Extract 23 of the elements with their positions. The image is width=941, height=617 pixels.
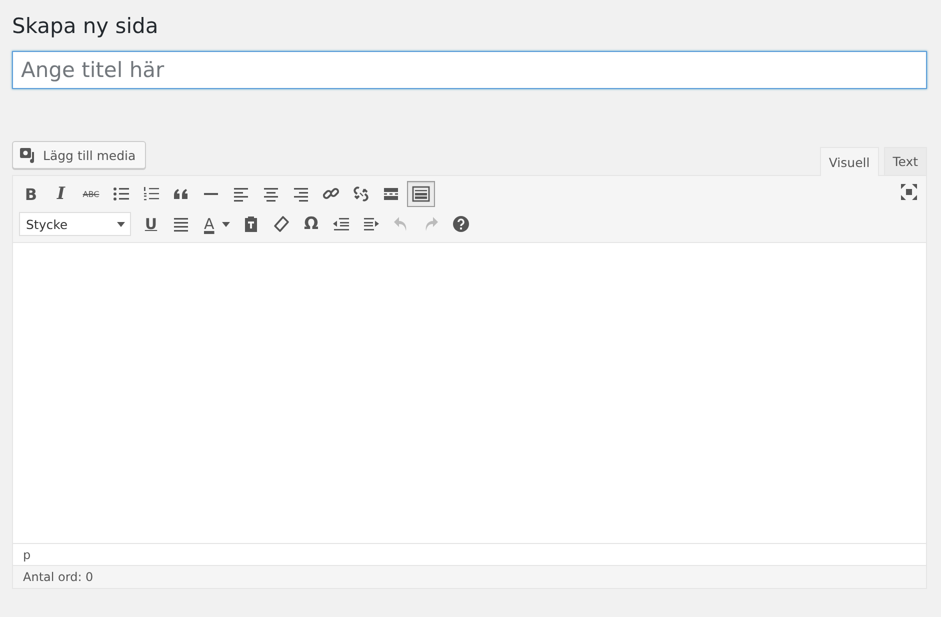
element-path: p	[23, 548, 31, 562]
dropdown-caret-icon	[117, 222, 125, 226]
eraser-icon	[271, 214, 292, 234]
keyboard-icon	[411, 184, 431, 204]
help-icon	[451, 214, 472, 234]
format-dropdown[interactable]: Stycke	[19, 212, 131, 236]
word-count: Antal ord: 0	[23, 570, 94, 584]
title-field[interactable]: Ange titel här	[12, 51, 927, 89]
bold-button[interactable]: B	[17, 181, 45, 207]
text-color-button[interactable]: A	[197, 211, 236, 237]
fullscreen-icon	[900, 183, 918, 201]
keyboard-button[interactable]	[407, 181, 435, 207]
add-media-button[interactable]: Lägg till media	[12, 141, 146, 169]
italic-button[interactable]: I	[47, 181, 75, 207]
editor-tab[interactable]: Visuell	[820, 147, 879, 176]
editor-tab[interactable]: Text	[884, 147, 927, 175]
dropdown-caret-icon	[222, 222, 230, 226]
page-heading: Skapa ny sida	[12, 13, 160, 40]
broken-link-icon	[351, 184, 371, 204]
strikethrough-button[interactable]: ABC	[77, 181, 105, 207]
special-character-button[interactable]: Ω	[297, 211, 326, 237]
horizontal-line-icon	[204, 193, 218, 195]
underline-button[interactable]: U	[137, 211, 165, 237]
